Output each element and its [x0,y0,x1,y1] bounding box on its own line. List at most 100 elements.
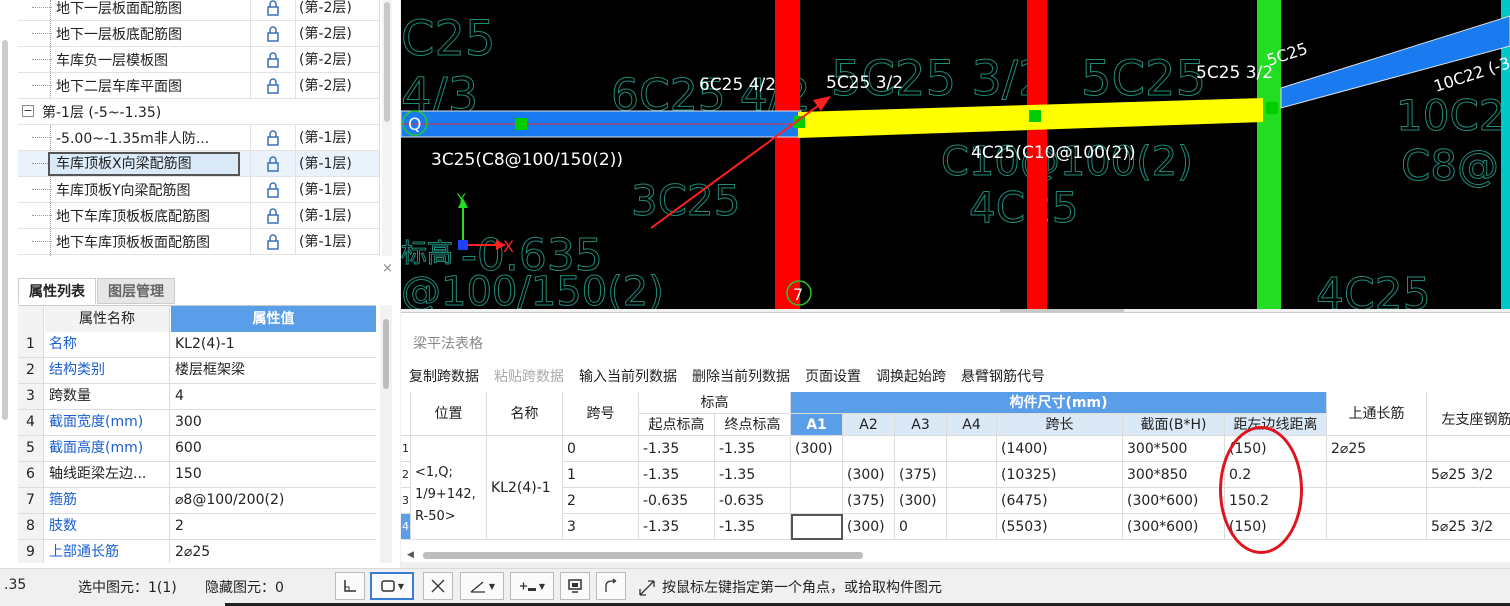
header-a2[interactable]: A2 [843,414,895,436]
prop-row[interactable]: 1 名称 KL2(4)-1 [18,332,376,358]
swap-start-span-button[interactable]: 调换起始跨 [876,366,946,386]
a1-cell[interactable] [791,462,843,488]
header-a4[interactable]: A4 [947,414,997,436]
left-support-cell[interactable] [1427,488,1510,514]
input-column-button[interactable]: 输入当前列数据 [579,366,677,386]
column-green[interactable] [1257,0,1281,309]
start-elev-cell[interactable]: -1.35 [639,514,715,540]
delete-column-button[interactable]: 删除当前列数据 [692,366,790,386]
merged-name-cell[interactable]: KL2(4)-1 [487,436,563,540]
a4-cell[interactable] [947,436,997,462]
a2-cell[interactable]: (300) [843,514,895,540]
a1-cell[interactable] [791,488,843,514]
prop-row-value[interactable]: 600 [171,436,376,461]
prop-row-value[interactable]: 300 [171,410,376,435]
left-support-cell[interactable]: 5⌀25 3/2 [1427,514,1510,540]
tree-item[interactable]: 地下二层车库平面图 (第-2层) [18,72,379,99]
a1-cell[interactable]: (300) [791,436,843,462]
tree-item[interactable]: 地下一层板底配筋图 (第-2层) [18,20,379,47]
lock-icon[interactable] [250,202,294,229]
prop-row[interactable]: 9 上部通长筋 2⌀25 [18,540,376,563]
section-cell[interactable]: 300*850 [1123,462,1225,488]
ortho-snap-button[interactable] [335,572,365,600]
end-elev-cell[interactable]: -1.35 [715,462,791,488]
end-elev-cell[interactable]: -0.635 [715,488,791,514]
paste-span-button[interactable]: 粘贴跨数据 [494,366,564,386]
merged-position-cell[interactable]: <1,Q; 1/9+142, R-50> [411,436,487,540]
page-setup-button[interactable]: 页面设置 [805,366,861,386]
top-bar-cell[interactable]: 2⌀25 [1327,436,1427,462]
span-cell[interactable]: 1 [563,462,639,488]
a3-cell[interactable] [895,436,947,462]
lock-icon[interactable] [250,46,294,73]
start-elev-cell[interactable]: -1.35 [639,436,715,462]
a2-cell[interactable] [843,436,895,462]
a2-cell[interactable]: (300) [843,462,895,488]
end-elev-cell[interactable]: -1.35 [715,436,791,462]
close-icon[interactable]: × [382,261,393,276]
scroll-thumb[interactable] [423,552,863,559]
end-elev-cell[interactable]: -1.35 [715,514,791,540]
prop-row-value[interactable]: KL2(4)-1 [171,332,376,357]
lock-icon[interactable] [250,150,294,177]
lock-icon[interactable] [250,124,294,151]
tree-item[interactable]: 地下车库顶板板底配筋图 (第-1层) [18,202,379,229]
scroll-left-icon[interactable]: ◀ [407,550,414,560]
top-bar-cell[interactable] [1327,462,1427,488]
column-red[interactable] [775,0,800,309]
cantilever-code-button[interactable]: 悬臂钢筋代号 [961,366,1045,386]
section-cell[interactable]: (300*600) [1123,488,1225,514]
span-cell[interactable]: 3 [563,514,639,540]
left-support-cell[interactable] [1427,436,1510,462]
prop-row[interactable]: 8 肢数 2 [18,514,376,540]
lock-icon[interactable] [250,176,294,203]
lock-icon[interactable] [250,20,294,47]
start-elev-cell[interactable]: -1.35 [639,462,715,488]
a3-cell[interactable]: 0 [895,514,947,540]
grip-point[interactable] [1029,110,1041,122]
a4-cell[interactable] [947,514,997,540]
lock-icon[interactable] [250,72,294,99]
prop-row-value[interactable]: 150 [171,462,376,487]
property-scrollbar[interactable] [380,305,392,563]
tree-item[interactable]: -5.00~-1.35m非人防... (第-1层) [18,124,379,151]
tree-group-floor-minus-1[interactable]: − 第-1层 (-5~-1.35) [18,99,379,125]
a1-cell-active[interactable] [791,514,843,540]
prop-row[interactable]: 2 结构类别 楼层框架梁 [18,358,376,384]
a3-cell[interactable]: (375) [895,462,947,488]
header-span-length[interactable]: 跨长 [997,414,1123,436]
angle-button[interactable]: ▼ [460,572,504,600]
header-section[interactable]: 截面(B*H) [1123,414,1225,436]
span-length-cell[interactable]: (5503) [997,514,1123,540]
a3-cell[interactable]: (300) [895,488,947,514]
prop-row[interactable]: 3 跨数量 4 [18,384,376,410]
span-cell[interactable]: 0 [563,436,639,462]
grip-point[interactable] [1266,102,1278,114]
display-button[interactable] [560,572,590,600]
curve-button[interactable] [596,572,626,600]
top-bar-cell[interactable] [1327,488,1427,514]
tree-item[interactable]: 车库负一层模板图 (第-2层) [18,46,379,73]
prop-row[interactable]: 4 截面宽度(mm) 300 [18,410,376,436]
tab-layer-manager[interactable]: 图层管理 [97,278,175,304]
section-cell[interactable]: (300*600) [1123,514,1225,540]
select-box-button[interactable]: ▼ [370,572,414,600]
prop-row-value[interactable]: 2 [171,514,376,539]
header-a1[interactable]: A1 [791,414,843,436]
span-length-cell[interactable]: (10325) [997,462,1123,488]
section-cell[interactable]: 300*500 [1123,436,1225,462]
top-bar-cell[interactable] [1327,514,1427,540]
collapse-icon[interactable]: − [22,105,34,117]
panel-scrollbar[interactable] [2,40,8,420]
start-elev-cell[interactable]: -0.635 [639,488,715,514]
left-support-cell[interactable]: 5⌀25 3/2 [1427,462,1510,488]
copy-span-button[interactable]: 复制跨数据 [409,366,479,386]
tree-item[interactable]: 地下一层板面配筋图 (第-2层) [18,0,379,21]
header-a3[interactable]: A3 [895,414,947,436]
prop-row-value[interactable]: 2⌀25 [171,540,376,563]
cad-canvas[interactable]: C25 4/3 6C25 4/2 5C25 3/2 5C25 3C25 -0.6… [401,0,1510,309]
a4-cell[interactable] [947,462,997,488]
lock-icon[interactable] [250,228,294,255]
tab-property-list[interactable]: 属性列表 [18,278,96,304]
tree-item-selected[interactable]: 车库顶板X向梁配筋图 (第-1层) [18,150,379,177]
